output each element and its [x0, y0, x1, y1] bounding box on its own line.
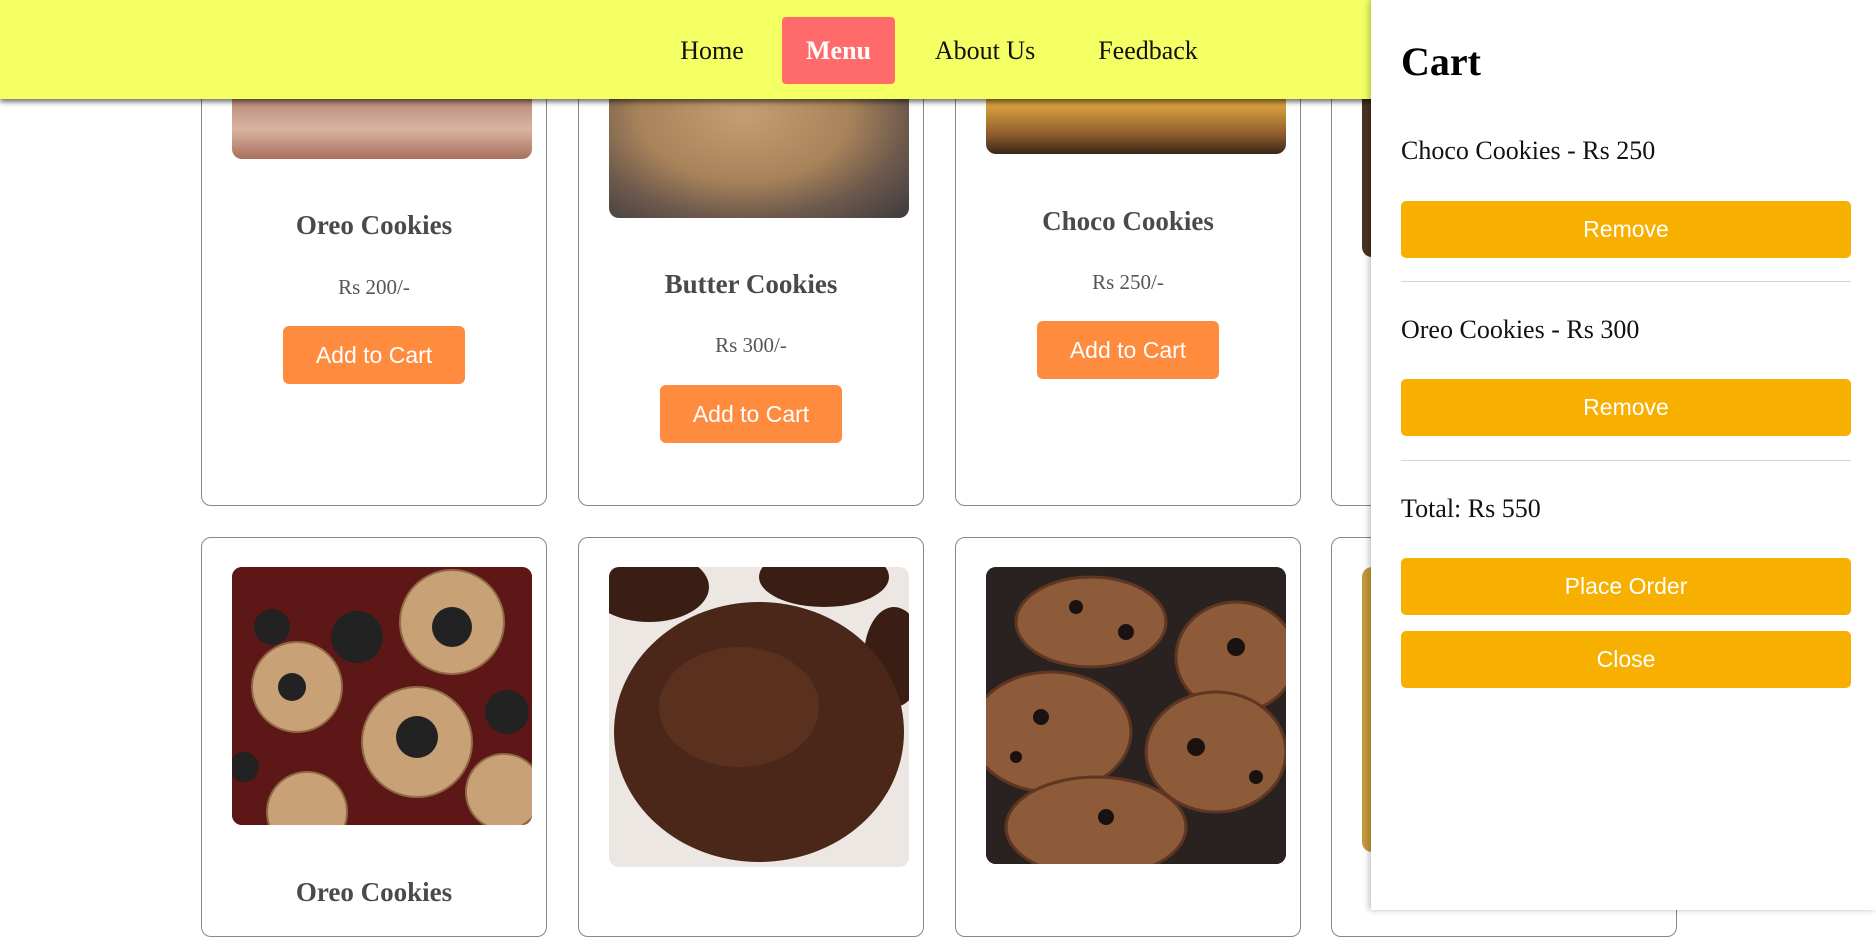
cart-item-text: Choco Cookies - Rs 250 — [1401, 136, 1656, 165]
product-name: Choco Cookies — [1042, 206, 1214, 236]
divider — [1401, 281, 1851, 282]
cookie-illustration — [986, 567, 1286, 864]
add-to-cart-button[interactable]: Add to Cart — [1037, 321, 1219, 379]
product-price: Rs 300/- — [715, 333, 787, 357]
remove-button[interactable]: Remove — [1401, 201, 1851, 258]
product-image-oat-choco — [986, 567, 1286, 864]
cart-panel: Cart Choco Cookies - Rs 250 Remove Oreo … — [1371, 0, 1876, 910]
nav-about-link[interactable]: About Us — [920, 17, 1050, 84]
cookie-illustration — [232, 567, 532, 825]
place-order-button[interactable]: Place Order — [1401, 558, 1851, 615]
product-name: Oreo Cookies — [295, 210, 453, 240]
nav-feedback-link[interactable]: Feedback — [1083, 17, 1213, 84]
product-price: Rs 200/- — [338, 275, 410, 299]
add-to-cart-button[interactable]: Add to Cart — [283, 326, 465, 384]
product-name: Oreo Cookies — [295, 877, 453, 907]
remove-button[interactable]: Remove — [1401, 379, 1851, 436]
close-button[interactable]: Close — [1401, 631, 1851, 688]
add-to-cart-button[interactable]: Add to Cart — [660, 385, 842, 443]
product-image-oreo-chunk — [232, 567, 532, 825]
product-name: Butter Cookies — [664, 269, 838, 299]
product-price: Rs 250/- — [1092, 270, 1164, 294]
cookie-illustration — [609, 567, 909, 867]
nav-home-link[interactable]: Home — [667, 17, 757, 84]
product-image-double-choco — [609, 567, 909, 867]
cart-total: Total: Rs 550 — [1401, 494, 1541, 523]
cart-item-text: Oreo Cookies - Rs 300 — [1401, 315, 1640, 344]
nav-menu-link[interactable]: Menu — [782, 17, 895, 84]
cart-title: Cart — [1401, 39, 1481, 84]
divider — [1401, 460, 1851, 461]
